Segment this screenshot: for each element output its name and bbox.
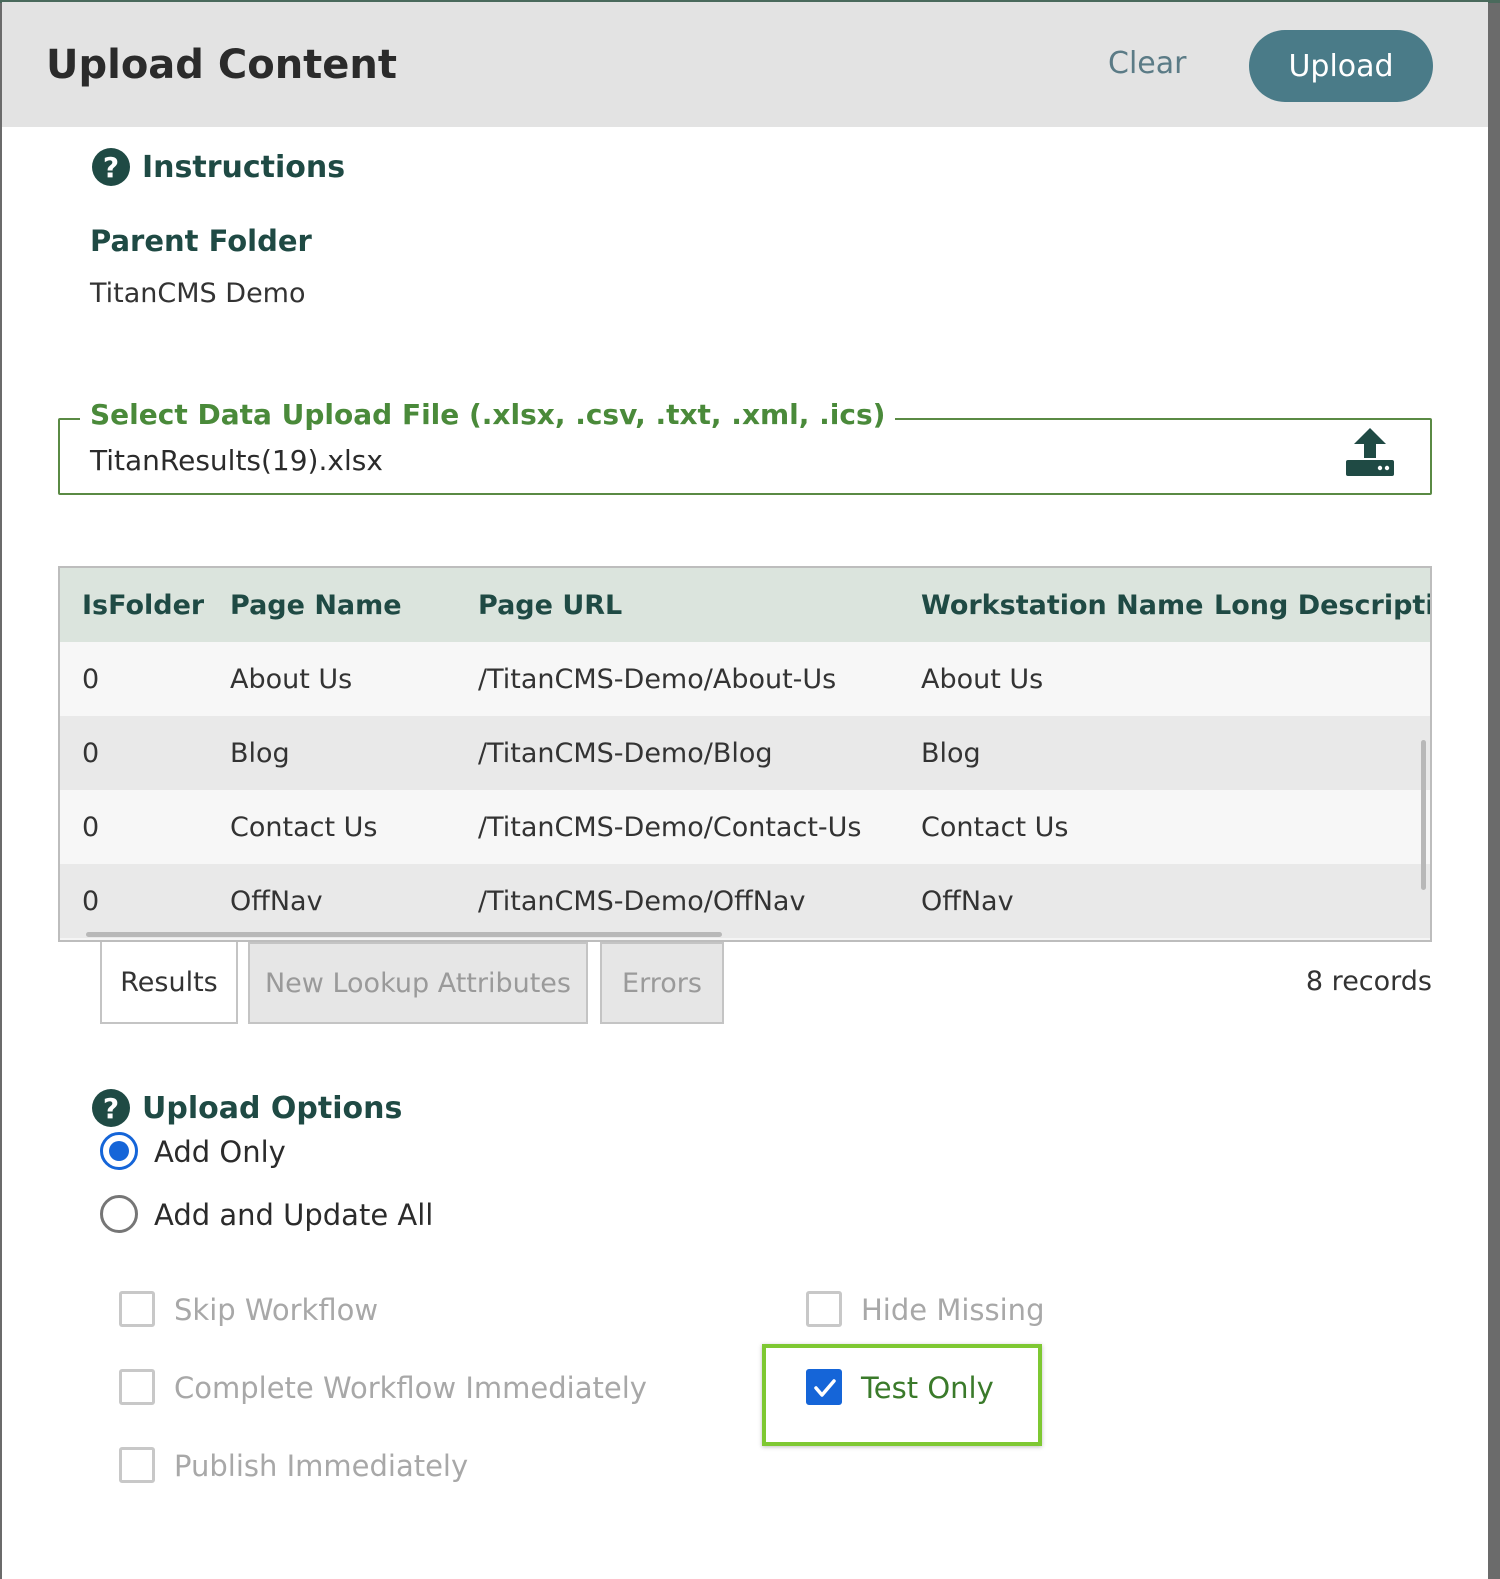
instructions-link[interactable]: Instructions	[142, 150, 345, 185]
skip-workflow-checkbox[interactable]	[119, 1291, 155, 1327]
test-only-label[interactable]: Test Only	[861, 1371, 994, 1405]
cell-isfolder: 0	[82, 812, 100, 843]
records-count: 8 records	[1305, 966, 1432, 997]
tab-new-lookup-attributes[interactable]: New Lookup Attributes	[248, 942, 588, 1024]
grid-header: IsFolder Page Name Page URL Workstation …	[60, 568, 1430, 642]
cell-page-name: Blog	[230, 738, 290, 769]
cell-page-name: OffNav	[230, 886, 323, 917]
publish-immediately-checkbox[interactable]	[119, 1447, 155, 1483]
add-only-radio[interactable]	[100, 1132, 138, 1170]
file-select-value[interactable]: TitanResults(19).xlsx	[90, 444, 383, 477]
clear-button[interactable]: Clear	[1108, 46, 1186, 81]
cell-page-url: /TitanCMS-Demo/About-Us	[478, 664, 837, 695]
checkmark-icon	[814, 1379, 836, 1397]
upload-icon[interactable]	[1342, 426, 1398, 478]
table-row[interactable]: 0 Blog /TitanCMS-Demo/Blog Blog	[60, 716, 1430, 790]
tab-errors[interactable]: Errors	[600, 942, 724, 1024]
upload-options-help-icon[interactable]: ?	[92, 1089, 130, 1127]
upload-button[interactable]: Upload	[1249, 30, 1433, 102]
cell-workstation-name: Contact Us	[921, 812, 1069, 843]
add-and-update-all-label[interactable]: Add and Update All	[154, 1198, 433, 1232]
hide-missing-checkbox[interactable]	[806, 1291, 842, 1327]
column-header-isfolder[interactable]: IsFolder	[82, 590, 204, 621]
cell-workstation-name: About Us	[921, 664, 1044, 695]
column-header-long-description[interactable]: Long Description	[1214, 590, 1430, 621]
table-row[interactable]: 0 Contact Us /TitanCMS-Demo/Contact-Us C…	[60, 790, 1430, 864]
column-header-page-name[interactable]: Page Name	[230, 590, 402, 621]
column-header-workstation-name[interactable]: Workstation Name	[921, 590, 1203, 621]
hide-missing-label[interactable]: Hide Missing	[861, 1293, 1044, 1327]
vertical-scrollbar[interactable]	[1421, 740, 1426, 890]
test-only-checkbox[interactable]	[806, 1369, 842, 1405]
dialog-title: Upload Content	[46, 42, 398, 88]
tab-results[interactable]: Results	[100, 942, 238, 1024]
cell-page-name: About Us	[230, 664, 353, 695]
complete-workflow-immediately-label[interactable]: Complete Workflow Immediately	[174, 1371, 647, 1405]
results-grid: IsFolder Page Name Page URL Workstation …	[58, 566, 1432, 942]
column-header-page-url[interactable]: Page URL	[478, 590, 622, 621]
cell-isfolder: 0	[82, 886, 100, 917]
cell-isfolder: 0	[82, 738, 100, 769]
upload-content-dialog: Upload Content Clear Upload ? Instructio…	[2, 2, 1488, 1579]
table-row[interactable]: 0 About Us /TitanCMS-Demo/About-Us About…	[60, 642, 1430, 716]
dialog-header: Upload Content Clear Upload	[2, 2, 1488, 127]
complete-workflow-immediately-checkbox[interactable]	[119, 1369, 155, 1405]
publish-immediately-label[interactable]: Publish Immediately	[174, 1449, 468, 1483]
skip-workflow-label[interactable]: Skip Workflow	[174, 1293, 378, 1327]
horizontal-scrollbar[interactable]	[86, 932, 722, 937]
cell-workstation-name: Blog	[921, 738, 981, 769]
cell-page-url: /TitanCMS-Demo/OffNav	[478, 886, 806, 917]
cell-isfolder: 0	[82, 664, 100, 695]
instructions-help-icon[interactable]: ?	[92, 148, 130, 186]
cell-page-name: Contact Us	[230, 812, 378, 843]
parent-folder-value: TitanCMS Demo	[90, 278, 306, 309]
cell-page-url: /TitanCMS-Demo/Contact-Us	[478, 812, 862, 843]
parent-folder-label: Parent Folder	[90, 224, 312, 258]
file-select-legend: Select Data Upload File (.xlsx, .csv, .t…	[80, 398, 896, 431]
add-only-label[interactable]: Add Only	[154, 1135, 286, 1169]
cell-page-url: /TitanCMS-Demo/Blog	[478, 738, 773, 769]
add-and-update-all-radio[interactable]	[100, 1195, 138, 1233]
table-row[interactable]: 0 OffNav /TitanCMS-Demo/OffNav OffNav	[60, 864, 1430, 938]
cell-workstation-name: OffNav	[921, 886, 1014, 917]
upload-options-heading: Upload Options	[142, 1091, 403, 1126]
